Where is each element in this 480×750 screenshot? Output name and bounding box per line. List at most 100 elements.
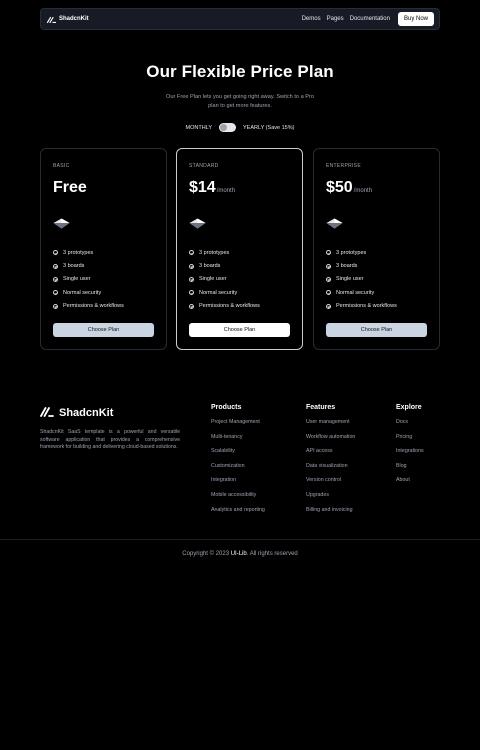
feature-label: Permissions & workflows — [336, 303, 397, 310]
brand-name: ShadcnKit — [59, 16, 89, 22]
diamond-icon — [53, 216, 70, 234]
feature-item: Single user — [326, 273, 397, 286]
nav-link-demos[interactable]: Demos — [302, 16, 321, 22]
plan-card-standard: STANDARD $14 /month 3 prototypes 3 board… — [176, 148, 303, 350]
plan-card-enterprise: ENTERPRISE $50 /month 3 prototypes 3 boa… — [313, 148, 440, 350]
monthly-label: MONTHLY — [185, 124, 212, 131]
feature-item: 3 boards — [326, 259, 397, 272]
feature-item: 3 prototypes — [53, 246, 124, 259]
price-period: /month — [216, 188, 236, 194]
footer-link[interactable]: Multi-tenancy — [211, 434, 265, 449]
nav-links: Demos Pages Documentation Buy Now — [302, 12, 434, 26]
check-circle-icon — [326, 276, 331, 282]
check-circle-icon — [53, 263, 58, 269]
footer-link[interactable]: Pricing — [396, 434, 424, 449]
feature-item: 3 prototypes — [189, 246, 260, 259]
feature-label: Normal security — [199, 289, 238, 296]
footer-column-title: Features — [306, 404, 336, 411]
shadcnkit-logo-icon — [47, 16, 56, 23]
plan-price: $14 /month — [189, 179, 235, 197]
switch-knob — [220, 124, 227, 131]
footer-link[interactable]: Customization — [211, 463, 265, 478]
choose-plan-button[interactable]: Choose Plan — [326, 323, 427, 337]
diamond-icon — [326, 216, 343, 234]
check-circle-icon — [189, 250, 194, 256]
check-circle-icon — [189, 303, 194, 309]
footer-link[interactable]: Billing and invoicing — [306, 507, 355, 522]
check-circle-icon — [326, 303, 331, 309]
feature-list: 3 prototypes 3 boards Single user Normal… — [189, 246, 260, 313]
footer-divider — [0, 539, 480, 540]
footer-brand-name: ShadcnKit — [59, 407, 114, 419]
feature-label: 3 prototypes — [336, 249, 367, 256]
check-circle-icon — [53, 303, 58, 309]
plan-name: STANDARD — [189, 163, 219, 169]
feature-label: Normal security — [63, 289, 102, 296]
billing-switch[interactable] — [219, 123, 236, 132]
nav-link-documentation[interactable]: Documentation — [350, 16, 390, 22]
price-amount: $50 — [326, 179, 353, 196]
price-amount: $14 — [189, 179, 216, 196]
feature-label: Normal security — [336, 289, 375, 296]
check-circle-icon — [326, 290, 331, 296]
footer-link[interactable]: Workflow automation — [306, 434, 355, 449]
footer-description: ShadcnKit SaaS template is a powerful an… — [40, 429, 180, 451]
check-circle-icon — [189, 290, 194, 296]
footer-link[interactable]: Version control — [306, 477, 355, 492]
choose-plan-button[interactable]: Choose Plan — [53, 323, 154, 337]
feature-label: Permissions & workflows — [199, 303, 260, 310]
feature-item: Single user — [53, 273, 124, 286]
feature-label: Single user — [63, 276, 91, 283]
feature-label: 3 prototypes — [199, 249, 230, 256]
feature-item: Normal security — [53, 286, 124, 299]
footer-column-explore: Explore Docs Pricing Integrations Blog A… — [396, 404, 424, 492]
shadcnkit-logo-icon — [40, 404, 54, 422]
feature-item: 3 prototypes — [326, 246, 397, 259]
footer-link[interactable]: About — [396, 477, 424, 492]
footer-link[interactable]: Blog — [396, 463, 424, 478]
footer-link[interactable]: Docs — [396, 419, 424, 434]
footer-column-title: Products — [211, 404, 242, 411]
footer-link[interactable]: Scalability — [211, 448, 265, 463]
footer-column-features: Features User management Workflow automa… — [306, 404, 355, 521]
footer-link[interactable]: Project Management — [211, 419, 265, 434]
plan-card-basic: BASIC Free 3 prototypes 3 boards Single … — [40, 148, 167, 350]
diamond-icon — [189, 216, 206, 234]
brand[interactable]: ShadcnKit — [47, 16, 89, 23]
feature-label: 3 boards — [199, 263, 221, 270]
check-circle-icon — [53, 276, 58, 282]
feature-item: Permissions & workflows — [326, 300, 397, 313]
feature-list: 3 prototypes 3 boards Single user Normal… — [53, 246, 124, 313]
footer-link[interactable]: API access — [306, 448, 355, 463]
yearly-label: YEARLY (Save 15%) — [243, 124, 295, 131]
footer-link[interactable]: Data visualization — [306, 463, 355, 478]
feature-label: Single user — [199, 276, 227, 283]
footer-link[interactable]: Analytics and reporting — [211, 507, 265, 522]
footer-link[interactable]: Upgrades — [306, 492, 355, 507]
feature-label: 3 prototypes — [63, 249, 94, 256]
copyright-prefix: Copyright © 2023 — [182, 551, 230, 557]
plan-price: Free — [53, 179, 88, 197]
footer-brand[interactable]: ShadcnKit — [40, 404, 113, 422]
footer-column-title: Explore — [396, 404, 422, 411]
feature-label: Single user — [336, 276, 364, 283]
plan-name: BASIC — [53, 163, 70, 169]
footer-link[interactable]: User management — [306, 419, 355, 434]
feature-item: Permissions & workflows — [53, 300, 124, 313]
footer-link[interactable]: Integration — [211, 477, 265, 492]
nav-link-pages[interactable]: Pages — [327, 16, 344, 22]
feature-label: Permissions & workflows — [63, 303, 124, 310]
footer-column-products: Products Project Management Multi-tenanc… — [211, 404, 265, 521]
copyright-link[interactable]: UI-Lib — [231, 551, 247, 557]
top-navbar: ShadcnKit Demos Pages Documentation Buy … — [40, 8, 440, 30]
page-subtitle: Our Free Plan lets you get going right a… — [166, 94, 314, 109]
footer-link[interactable]: Integrations — [396, 448, 424, 463]
feature-item: Normal security — [326, 286, 397, 299]
footer-link[interactable]: Mobile accessibility — [211, 492, 265, 507]
feature-item: Single user — [189, 273, 260, 286]
feature-label: 3 boards — [336, 263, 358, 270]
choose-plan-button[interactable]: Choose Plan — [189, 323, 290, 337]
buy-now-button[interactable]: Buy Now — [397, 12, 434, 26]
price-amount: Free — [53, 179, 87, 196]
feature-list: 3 prototypes 3 boards Single user Normal… — [326, 246, 397, 313]
